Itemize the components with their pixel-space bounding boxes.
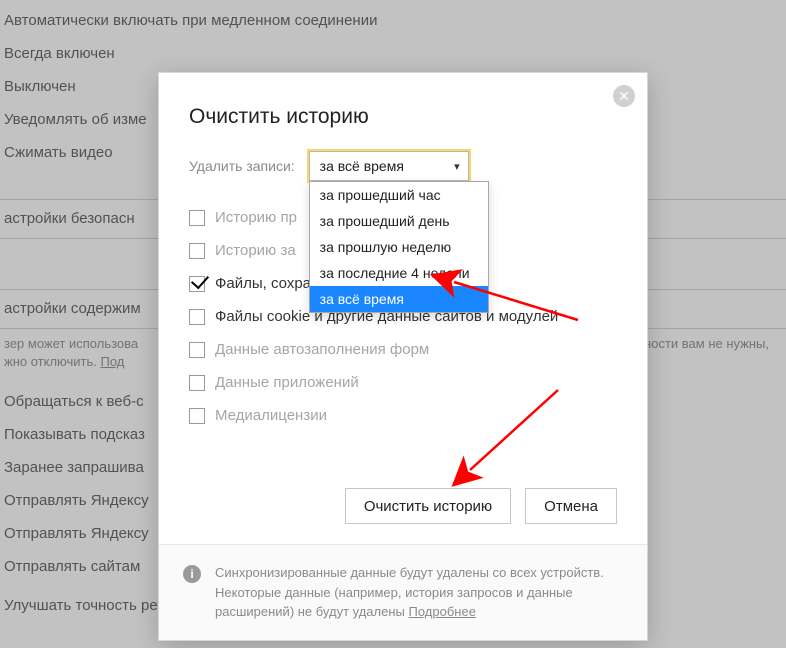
checkbox[interactable] bbox=[189, 375, 205, 391]
footer-line: Синхронизированные данные будут удалены … bbox=[215, 565, 604, 580]
checkbox[interactable] bbox=[189, 408, 205, 424]
clear-history-modal: ✕ Очистить историю Удалить записи: за вс… bbox=[158, 72, 648, 641]
modal-title: Очистить историю bbox=[189, 105, 617, 129]
modal-footer: i Синхронизированные данные будут удален… bbox=[159, 544, 647, 640]
select-value: за всё время bbox=[320, 158, 404, 174]
check-row: Медиалицензии bbox=[189, 399, 617, 432]
info-icon: i bbox=[183, 565, 201, 583]
dropdown-option[interactable]: за прошедший час bbox=[310, 182, 488, 208]
checkbox-label: Медиалицензии bbox=[215, 407, 327, 424]
close-icon[interactable]: ✕ bbox=[613, 85, 635, 107]
checkbox-label: Данные приложений bbox=[215, 374, 359, 391]
checkbox-label: Историю за bbox=[215, 242, 296, 259]
time-range-select[interactable]: за всё время ▾ за прошедший час за проше… bbox=[309, 151, 469, 181]
clear-history-button[interactable]: Очистить историю bbox=[345, 488, 511, 524]
time-range-dropdown: за прошедший час за прошедший день за пр… bbox=[309, 181, 489, 313]
delete-records-label: Удалить записи: bbox=[189, 158, 295, 174]
checkbox[interactable] bbox=[189, 243, 205, 259]
checkbox-checked[interactable] bbox=[189, 276, 205, 292]
dropdown-option-selected[interactable]: за всё время bbox=[310, 286, 488, 312]
checkbox-label: Данные автозаполнения форм bbox=[215, 341, 429, 358]
checkbox[interactable] bbox=[189, 309, 205, 325]
dropdown-option[interactable]: за последние 4 недели bbox=[310, 260, 488, 286]
checkbox-label: Историю пр bbox=[215, 209, 297, 226]
checkbox[interactable] bbox=[189, 342, 205, 358]
dropdown-option[interactable]: за прошедший день bbox=[310, 208, 488, 234]
checkbox[interactable] bbox=[189, 210, 205, 226]
footer-line: Некоторые данные (например, история запр… bbox=[215, 585, 573, 620]
check-row: Данные автозаполнения форм bbox=[189, 333, 617, 366]
chevron-down-icon: ▾ bbox=[454, 160, 460, 173]
footer-more-link[interactable]: Подробнее bbox=[409, 604, 476, 619]
footer-text: Синхронизированные данные будут удалены … bbox=[215, 563, 623, 622]
check-row: Данные приложений bbox=[189, 366, 617, 399]
cancel-button[interactable]: Отмена bbox=[525, 488, 617, 524]
dropdown-option[interactable]: за прошлую неделю bbox=[310, 234, 488, 260]
